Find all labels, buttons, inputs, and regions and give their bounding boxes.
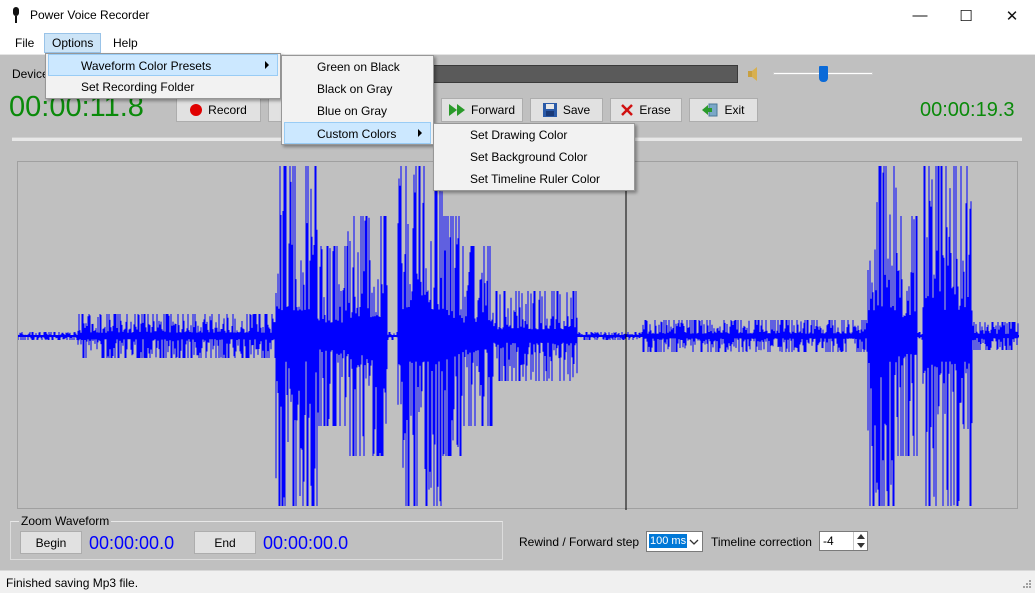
- menu-item-label: Set Timeline Ruler Color: [470, 172, 601, 186]
- erase-button[interactable]: Erase: [610, 98, 682, 122]
- menu-item-label: Waveform Color Presets: [81, 59, 212, 73]
- microphone-icon: [13, 7, 19, 23]
- menu-item-black-on-gray[interactable]: Black on Gray: [284, 78, 431, 100]
- resize-grip-icon[interactable]: [1020, 579, 1032, 591]
- exit-button[interactable]: Exit: [689, 98, 758, 122]
- step-label: Rewind / Forward step: [519, 535, 640, 549]
- menu-item-label: Custom Colors: [317, 127, 397, 141]
- save-button[interactable]: Save: [530, 98, 603, 122]
- timeline-spinner[interactable]: -4: [819, 531, 868, 551]
- chevron-down-icon: [689, 539, 699, 545]
- menu-item-green-on-black[interactable]: Green on Black: [284, 56, 431, 78]
- zoom-begin-time: 00:00:00.0: [89, 533, 175, 553]
- submenu-arrow-icon: [265, 61, 269, 69]
- forward-button[interactable]: Forward: [441, 98, 523, 122]
- menu-item-label: Set Drawing Color: [470, 128, 568, 142]
- forward-label: Forward: [470, 103, 515, 117]
- options-menu: Waveform Color Presets Set Recording Fol…: [45, 53, 281, 99]
- erase-x-icon: [621, 104, 634, 116]
- menu-item-label: Set Background Color: [470, 150, 588, 164]
- floppy-disk-icon: [542, 103, 557, 117]
- menu-item-drawing-color[interactable]: Set Drawing Color: [436, 124, 632, 146]
- zoom-end-label: End: [214, 535, 236, 550]
- total-time: 00:00:19.3: [920, 99, 1015, 121]
- hidden-button-edge[interactable]: [268, 98, 282, 122]
- device-label: Device: [12, 67, 49, 81]
- waveform-graph: [18, 162, 1019, 510]
- status-text: Finished saving Mp3 file.: [6, 576, 139, 590]
- timeline-value: -4: [823, 534, 834, 548]
- spin-down-icon[interactable]: [857, 543, 865, 548]
- menu-item-custom-colors[interactable]: Custom Colors: [284, 122, 431, 144]
- erase-label: Erase: [639, 103, 671, 117]
- zoom-end-button[interactable]: End: [194, 531, 256, 554]
- close-button[interactable]: ✕: [989, 0, 1035, 31]
- zoom-begin-button[interactable]: Begin: [20, 531, 82, 554]
- menu-item-label: Blue on Gray: [317, 104, 388, 118]
- menu-item-blue-on-gray[interactable]: Blue on Gray: [284, 100, 431, 122]
- speaker-icon: [748, 67, 757, 81]
- submenu-arrow-icon: [418, 129, 422, 137]
- maximize-button[interactable]: ☐: [943, 0, 989, 31]
- record-icon: [190, 104, 203, 116]
- spinner-buttons: [853, 532, 867, 550]
- menu-item-label: Black on Gray: [317, 82, 393, 96]
- window-title: Power Voice Recorder: [30, 8, 150, 22]
- spin-up-icon[interactable]: [857, 534, 865, 539]
- forward-icon: [448, 104, 465, 116]
- menu-options[interactable]: Options: [44, 33, 102, 53]
- level-meter: [430, 65, 738, 83]
- title-bar: Power Voice Recorder — ☐ ✕: [0, 0, 1035, 31]
- zoom-group-title: Zoom Waveform: [19, 514, 112, 528]
- volume-slider-thumb[interactable]: [819, 66, 828, 82]
- waveform-display[interactable]: [17, 161, 1019, 510]
- record-label: Record: [208, 103, 247, 117]
- menu-item-waveform-presets[interactable]: Waveform Color Presets: [48, 54, 278, 76]
- menu-item-background-color[interactable]: Set Background Color: [436, 146, 632, 168]
- step-select[interactable]: 100 ms: [646, 531, 703, 552]
- zoom-begin-label: Begin: [35, 535, 67, 550]
- menu-file[interactable]: File: [8, 33, 41, 53]
- save-label: Save: [562, 103, 591, 117]
- exit-label: Exit: [724, 103, 745, 117]
- menu-item-recording-folder[interactable]: Set Recording Folder: [48, 76, 278, 98]
- step-select-value: 100 ms: [649, 534, 688, 548]
- status-bar: Finished saving Mp3 file.: [0, 570, 1035, 593]
- zoom-end-time: 00:00:00.0: [263, 533, 349, 553]
- menu-item-ruler-color[interactable]: Set Timeline Ruler Color: [436, 168, 632, 190]
- record-button[interactable]: Record: [176, 98, 261, 122]
- custom-colors-submenu: Set Drawing Color Set Background Color S…: [433, 123, 635, 191]
- menu-item-label: Green on Black: [317, 60, 400, 74]
- timeline-label: Timeline correction: [711, 535, 812, 549]
- menu-help[interactable]: Help: [106, 33, 145, 53]
- menu-item-label: Set Recording Folder: [81, 80, 195, 94]
- minimize-button[interactable]: —: [897, 0, 943, 31]
- presets-submenu: Green on Black Black on Gray Blue on Gra…: [281, 55, 434, 145]
- exit-icon: [702, 103, 718, 117]
- menu-bar: File Options Help: [0, 31, 1035, 55]
